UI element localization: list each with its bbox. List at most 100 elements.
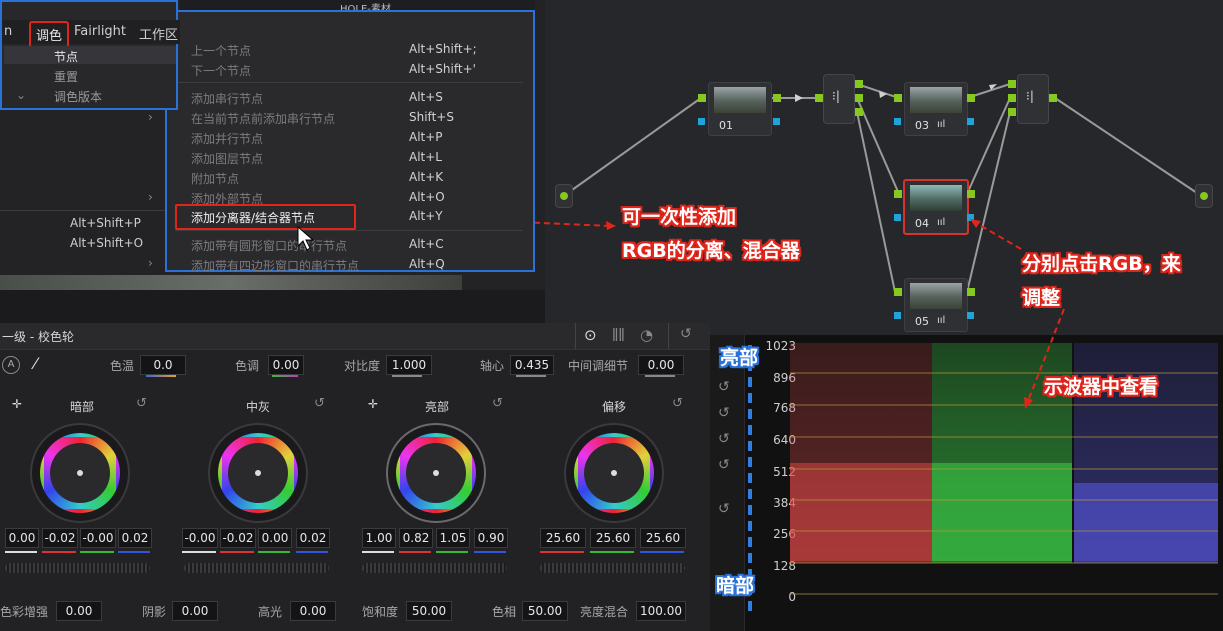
reset-icon[interactable]: ↺ xyxy=(680,326,692,342)
wheel-puck[interactable] xyxy=(433,470,439,476)
node-input-port[interactable] xyxy=(894,288,902,296)
node-key-port[interactable] xyxy=(894,118,901,125)
hue-field[interactable]: 50.00 xyxy=(522,601,568,621)
shadow-g-field[interactable]: -0.00 xyxy=(80,528,116,548)
menu-item[interactable]: 添加串行节点 xyxy=(191,90,263,107)
node-key-port[interactable] xyxy=(773,118,780,125)
picker-icon[interactable]: ⁄ xyxy=(34,354,37,373)
shadow-r-field[interactable]: -0.02 xyxy=(42,528,78,548)
node-key-port[interactable] xyxy=(894,312,901,319)
midtone-g-field[interactable]: 0.00 xyxy=(258,528,292,548)
shadow-b-field[interactable]: 0.02 xyxy=(118,528,152,548)
menu-item-splitter-combiner[interactable]: 添加分离器/结合器节点 xyxy=(191,209,315,226)
highlight-g-field[interactable]: 1.05 xyxy=(436,528,470,548)
output-node[interactable] xyxy=(1195,184,1213,208)
wheel-puck[interactable] xyxy=(77,470,83,476)
menu-fairlight[interactable]: Fairlight xyxy=(74,24,126,39)
node-05[interactable]: 05 ııl xyxy=(904,278,968,332)
node-04[interactable]: 04 ııl xyxy=(903,179,969,235)
node-input-port[interactable] xyxy=(698,94,706,102)
bars-mode-icon[interactable]: ǁǁ xyxy=(612,327,625,342)
reset-icon[interactable]: ↺ xyxy=(718,457,730,473)
highlights-field[interactable]: 0.00 xyxy=(290,601,336,621)
highlights-jog-wheel[interactable] xyxy=(362,563,507,573)
menu-prev[interactable]: n xyxy=(4,24,12,39)
splitter-node[interactable]: ⁝| xyxy=(823,74,855,124)
reset-icon[interactable]: ↺ xyxy=(718,501,730,517)
reset-icon[interactable]: ↺ xyxy=(136,396,147,411)
offset-g-field[interactable]: 25.60 xyxy=(590,528,636,548)
wheel-puck[interactable] xyxy=(255,470,261,476)
reset-icon[interactable]: ↺ xyxy=(672,396,683,411)
color-boost-field[interactable]: 0.00 xyxy=(56,601,102,621)
midtone-r-field[interactable]: -0.02 xyxy=(220,528,256,548)
combiner-input-port[interactable] xyxy=(1008,108,1016,116)
shadows-wheel[interactable] xyxy=(30,423,130,523)
reset-icon[interactable]: ↺ xyxy=(492,396,503,411)
menu-workspace[interactable]: 工作区 xyxy=(139,24,178,43)
tint-field[interactable]: 0.00 xyxy=(268,355,304,375)
menu-item[interactable]: 上一个节点 xyxy=(191,42,251,59)
offset-r-field[interactable]: 25.60 xyxy=(540,528,586,548)
luma-mix-field[interactable]: 100.00 xyxy=(636,601,686,621)
menu-color[interactable]: 调色 xyxy=(29,21,70,48)
combiner-output-port[interactable] xyxy=(1049,94,1057,102)
midtone-b-field[interactable]: 0.02 xyxy=(296,528,330,548)
source-node[interactable] xyxy=(555,184,573,208)
menu-item[interactable]: 附加节点 xyxy=(191,170,239,187)
saturation-field[interactable]: 50.00 xyxy=(406,601,452,621)
offset-wheel[interactable] xyxy=(564,423,664,523)
shadows-jog-wheel[interactable] xyxy=(5,563,150,573)
shadow-y-field[interactable]: 0.00 xyxy=(5,528,39,548)
midtones-jog-wheel[interactable] xyxy=(184,563,329,573)
splitter-output-port[interactable] xyxy=(855,108,863,116)
node-key-port[interactable] xyxy=(698,118,705,125)
menu-item[interactable]: 添加带有圆形窗口的串行节点 xyxy=(191,237,347,254)
crosshair-icon[interactable]: ✛ xyxy=(368,397,378,411)
splitter-output-port[interactable] xyxy=(855,94,863,102)
node-output-port[interactable] xyxy=(967,288,975,296)
submenu-item-reset[interactable]: 重置 xyxy=(54,68,78,85)
reset-icon[interactable]: ↺ xyxy=(718,379,730,395)
submenu-item-versions[interactable]: 调色版本 xyxy=(54,88,102,105)
node-output-port[interactable] xyxy=(773,94,781,102)
highlight-y-field[interactable]: 1.00 xyxy=(362,528,396,548)
splitter-input-port[interactable] xyxy=(815,94,823,102)
reset-icon[interactable]: ↺ xyxy=(718,431,730,447)
combiner-input-port[interactable] xyxy=(1008,94,1016,102)
log-mode-icon[interactable]: ◔ xyxy=(640,326,653,344)
pivot-field[interactable]: 0.435 xyxy=(510,355,554,375)
reset-icon[interactable]: ↺ xyxy=(314,396,325,411)
highlight-r-field[interactable]: 0.82 xyxy=(399,528,433,548)
auto-balance-icon[interactable]: A xyxy=(2,356,20,374)
midtone-y-field[interactable]: -0.00 xyxy=(182,528,218,548)
combiner-node[interactable]: ⁝| xyxy=(1017,74,1049,124)
node-output-port[interactable] xyxy=(967,94,975,102)
midtone-detail-field[interactable]: 0.00 xyxy=(638,355,684,375)
contrast-field[interactable]: 1.000 xyxy=(386,355,432,375)
highlight-b-field[interactable]: 0.90 xyxy=(474,528,508,548)
node-output-port[interactable] xyxy=(967,190,975,198)
menu-item[interactable]: 下一个节点 xyxy=(191,62,251,79)
node-input-port[interactable] xyxy=(894,190,902,198)
menu-item[interactable]: 在当前节点前添加串行节点 xyxy=(191,110,335,127)
wheel-puck[interactable] xyxy=(611,470,617,476)
node-03[interactable]: 03 ııl xyxy=(904,82,968,136)
menu-item[interactable]: 添加并行节点 xyxy=(191,130,263,147)
node-input-port[interactable] xyxy=(894,94,902,102)
node-editor[interactable]: 01 ⁝| 03 ııl 04 ııl 05 ııl ⁝| xyxy=(545,0,1223,335)
wheels-mode-icon[interactable]: ⊙ xyxy=(584,326,597,344)
node-key-port[interactable] xyxy=(967,118,974,125)
temp-field[interactable]: 0.0 xyxy=(140,355,186,375)
submenu-item-nodes[interactable]: 节点 xyxy=(54,48,78,65)
offset-jog-wheel[interactable] xyxy=(540,563,685,573)
node-key-port[interactable] xyxy=(894,214,901,221)
menu-item[interactable]: 添加图层节点 xyxy=(191,150,263,167)
highlights-wheel[interactable] xyxy=(386,423,486,523)
node-01[interactable]: 01 xyxy=(708,82,772,136)
combiner-input-port[interactable] xyxy=(1008,80,1016,88)
offset-b-field[interactable]: 25.60 xyxy=(640,528,686,548)
menu-item[interactable]: 添加带有四边形窗口的串行节点 xyxy=(191,257,359,274)
midtones-wheel[interactable] xyxy=(208,423,308,523)
reset-icon[interactable]: ↺ xyxy=(718,405,730,421)
